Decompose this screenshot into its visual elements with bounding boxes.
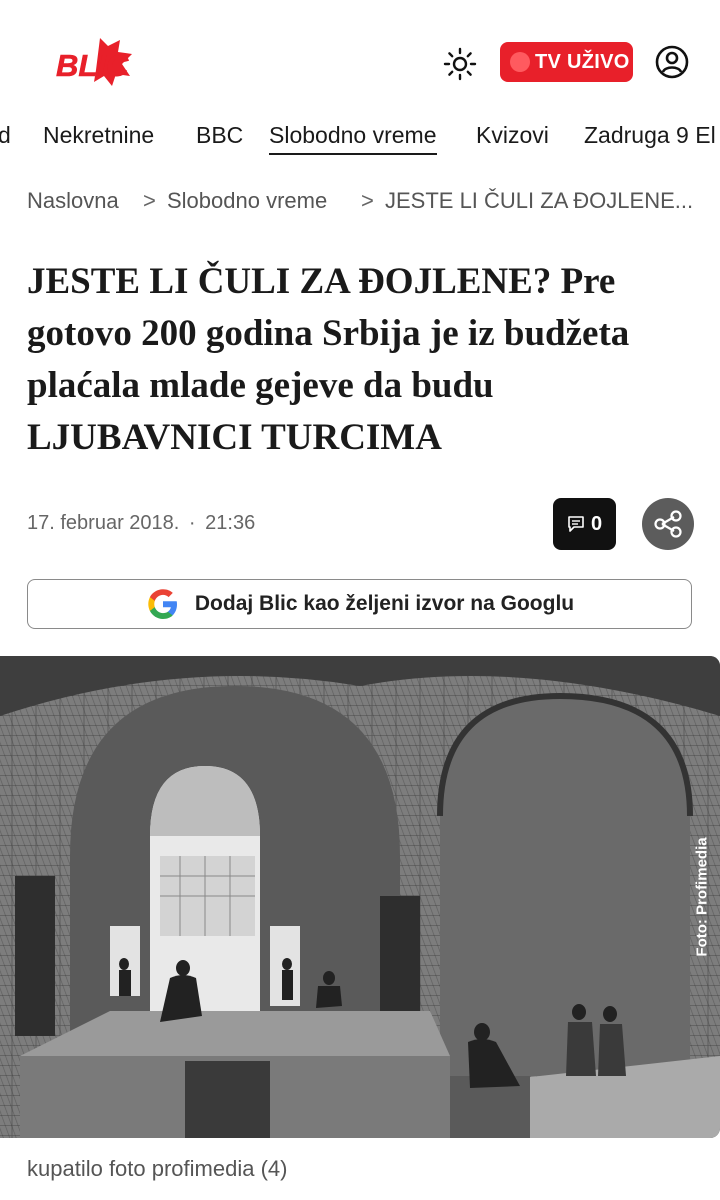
sun-icon bbox=[443, 47, 477, 81]
breadcrumb-category[interactable]: Slobodno vreme bbox=[167, 188, 327, 214]
breadcrumb-home[interactable]: Naslovna bbox=[27, 188, 119, 214]
breadcrumb-current: JESTE LI ČULI ZA ĐOJLENE... bbox=[385, 188, 694, 213]
category-nav: d Nekretnine BBC Slobodno vreme Kvizovi … bbox=[0, 110, 720, 162]
tv-live-label: TV UŽIVO bbox=[535, 50, 630, 73]
comments-count: 0 bbox=[590, 512, 603, 535]
nav-item-partial[interactable]: d bbox=[0, 122, 11, 149]
comments-button[interactable]: 0 bbox=[553, 498, 616, 550]
photo-credit-text: Foto: Profimedia bbox=[693, 837, 711, 957]
add-google-source-button[interactable]: Dodaj Blic kao željeni izvor na Googlu bbox=[27, 579, 692, 629]
chevron-right-icon: > bbox=[143, 188, 156, 213]
breadcrumb: Naslovna > Slobodno vreme > JESTE LI ČUL… bbox=[27, 188, 707, 218]
nav-item-nekretnine[interactable]: Nekretnine bbox=[43, 122, 154, 149]
nav-item-bbc[interactable]: BBC bbox=[196, 122, 243, 149]
logo-text: BLIC bbox=[56, 48, 129, 83]
google-button-label: Dodaj Blic kao željeni izvor na Googlu bbox=[194, 592, 575, 615]
article-hero-image[interactable]: Foto: Profimedia bbox=[0, 656, 720, 1138]
article-meta: 17. februar 2018. · 21:36 bbox=[27, 512, 255, 535]
chevron-right-icon: > bbox=[361, 188, 374, 213]
article-date: 17. februar 2018. bbox=[27, 512, 180, 534]
nav-item-slobodno-vreme[interactable]: Slobodno vreme bbox=[269, 122, 437, 155]
tv-live-button[interactable]: TV UŽIVO bbox=[500, 42, 633, 82]
article-time: 21:36 bbox=[205, 512, 256, 534]
theme-toggle-button[interactable] bbox=[442, 46, 478, 82]
account-icon bbox=[655, 45, 689, 79]
nav-item-kvizovi[interactable]: Kvizovi bbox=[476, 122, 549, 149]
comment-icon bbox=[568, 516, 584, 532]
article-title: JESTE LI ČULI ZA ĐOJLENE? Pre gotovo 200… bbox=[27, 261, 630, 458]
live-dot-icon bbox=[510, 52, 530, 72]
google-icon bbox=[148, 589, 177, 619]
account-button[interactable] bbox=[654, 44, 690, 80]
image-caption: kupatilo foto profimedia (4) bbox=[27, 1156, 288, 1181]
photo-credit: Foto: Profimedia bbox=[688, 656, 716, 1138]
site-header: BLIC TV UŽIVO bbox=[0, 0, 720, 110]
blic-logo[interactable]: BLIC bbox=[54, 36, 134, 88]
meta-separator: · bbox=[188, 512, 196, 534]
share-button[interactable] bbox=[642, 498, 694, 550]
nav-item-zadruga[interactable]: Zadruga 9 El bbox=[584, 122, 716, 149]
share-icon bbox=[654, 510, 682, 538]
bathhouse-engraving bbox=[0, 656, 720, 1138]
